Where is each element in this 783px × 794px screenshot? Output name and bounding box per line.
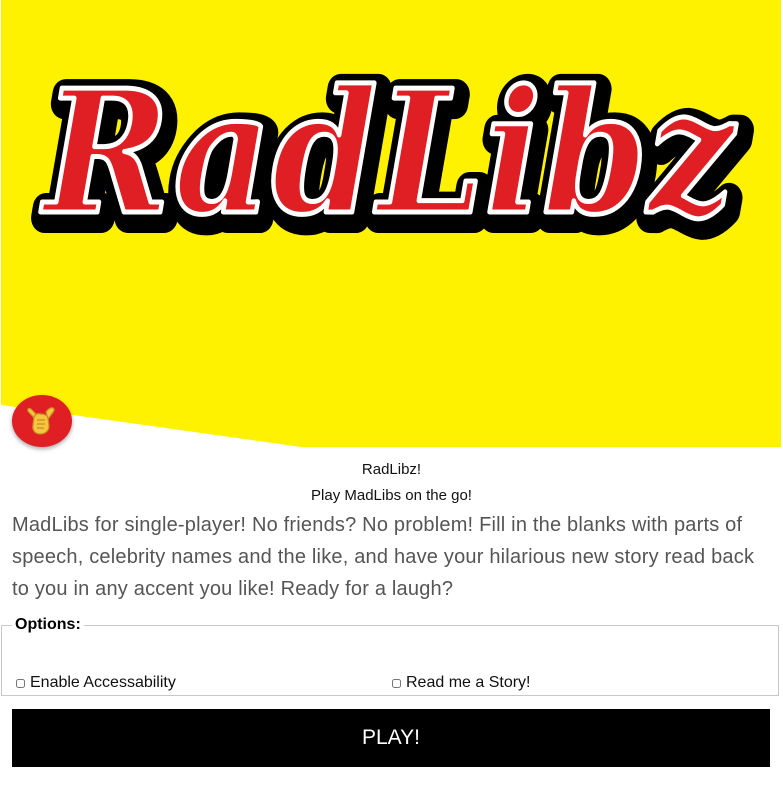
read-story-option[interactable]: Read me a Story! [390, 674, 531, 692]
app-subtitle: Play MadLibs on the go! [311, 487, 472, 504]
hero-background: RadLibz RadLibz [1, 0, 781, 447]
app-title: RadLibz! [361, 461, 422, 478]
shaka-hand-icon [27, 407, 55, 435]
shaka-badge-button[interactable] [12, 395, 72, 447]
hero-banner: RadLibz RadLibz [1, 0, 781, 447]
radlibz-logo: RadLibz RadLibz [29, 44, 756, 274]
options-fieldset: Options: Enable Accessability Read me a … [1, 616, 779, 696]
read-story-checkbox[interactable] [392, 678, 401, 688]
read-story-label: Read me a Story! [406, 674, 531, 691]
svg-text:RadLibz: RadLibz [40, 53, 737, 253]
play-button[interactable]: PLAY! [12, 709, 770, 767]
accessibility-label: Enable Accessability [30, 674, 176, 691]
accessibility-checkbox[interactable] [16, 678, 25, 688]
options-legend: Options: [15, 616, 81, 633]
accessibility-option[interactable]: Enable Accessability [14, 674, 176, 692]
app-description: MadLibs for single-player! No friends? N… [12, 514, 755, 600]
